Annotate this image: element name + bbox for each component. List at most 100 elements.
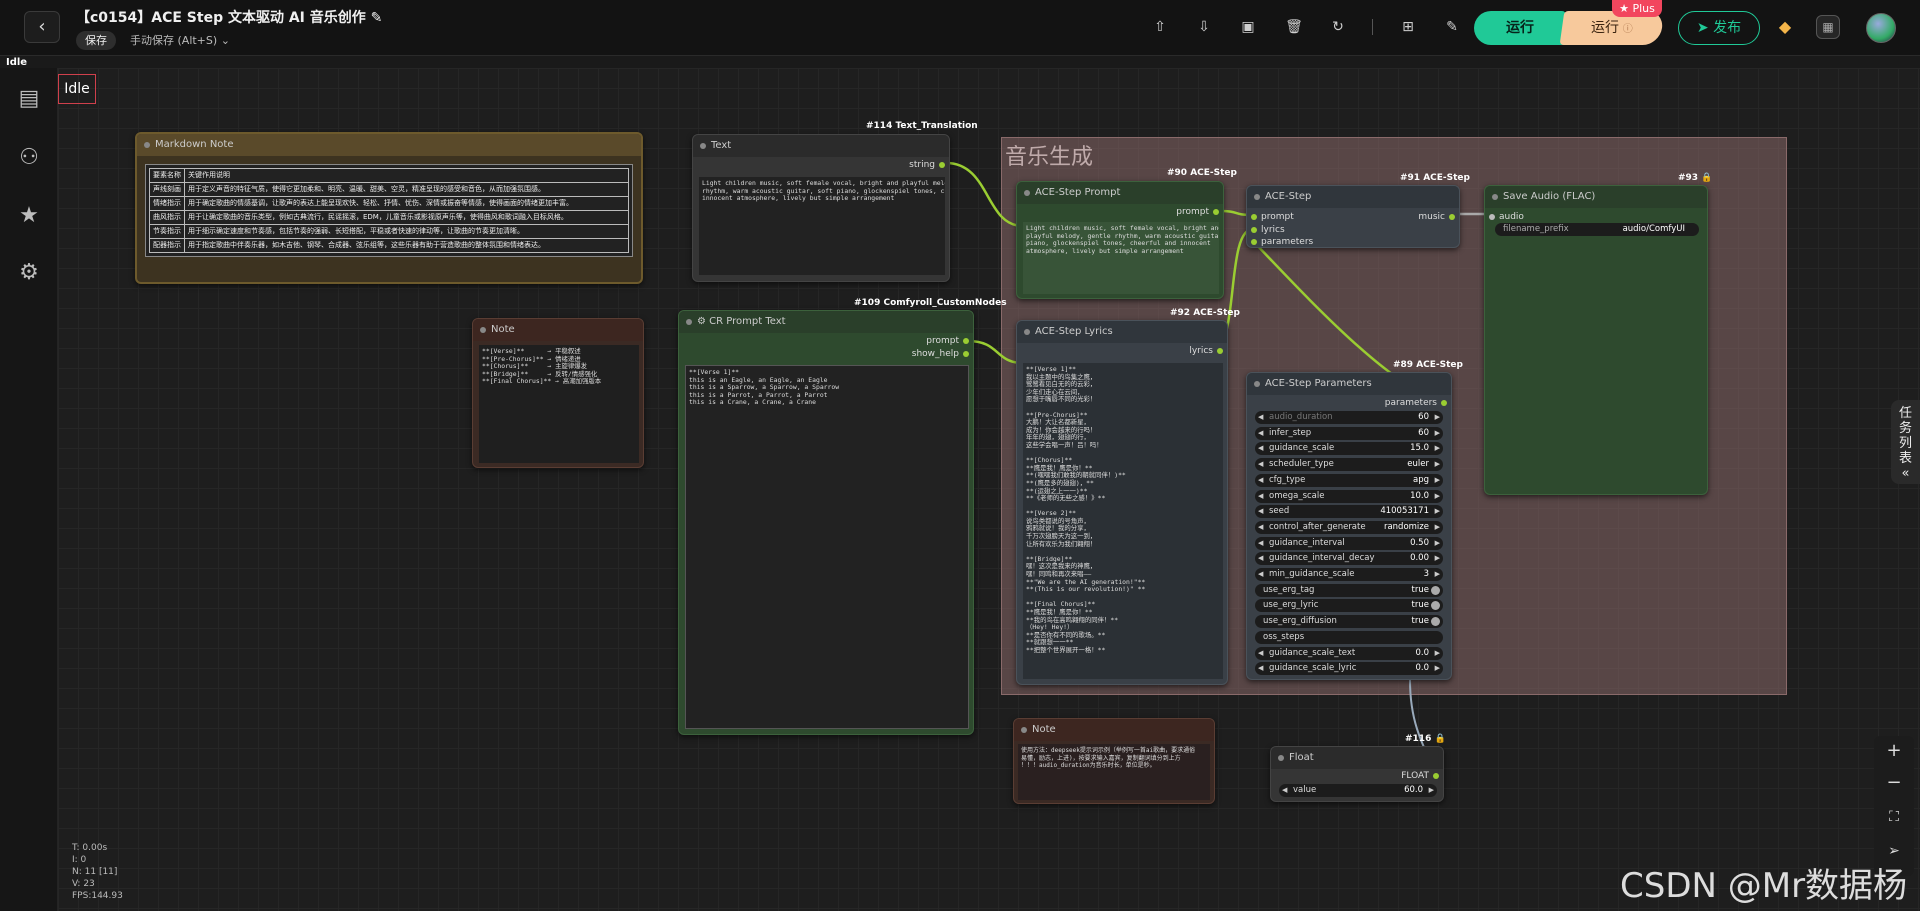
param-widget-control-after-generate[interactable]: ◀ control_after_generate randomize ▶ <box>1255 520 1443 534</box>
node-title: Float <box>1289 752 1314 763</box>
decrement-icon[interactable]: ◀ <box>1258 537 1263 550</box>
markdown-table: 要素名称 关键作用说明 声线刻画 用于定义声音的特征气质，使得它更加柔和、明亮、温暖、… <box>149 168 629 253</box>
zoom-in-icon[interactable]: + <box>1874 736 1914 766</box>
prompt-textarea[interactable]: **[Verse 1]** this is an Eagle, an Eagle… <box>685 365 969 729</box>
param-widget-guidance-scale-lyric[interactable]: ◀ guidance_scale_lyric 0.0 ▶ <box>1255 662 1443 676</box>
param-widget-guidance-scale[interactable]: ◀ guidance_scale 15.0 ▶ <box>1255 442 1443 456</box>
decrement-icon[interactable]: ◀ <box>1258 411 1263 424</box>
output-slot[interactable] <box>1213 209 1219 215</box>
zoom-out-icon[interactable]: − <box>1874 768 1914 798</box>
decrement-icon[interactable]: ◀ <box>1258 662 1263 675</box>
increment-icon[interactable]: ▶ <box>1435 442 1440 455</box>
decrement-icon[interactable]: ◀ <box>1258 490 1263 503</box>
output-slot[interactable] <box>1217 348 1223 354</box>
output-slot[interactable] <box>1449 214 1455 220</box>
decrement-icon[interactable]: ◀ <box>1258 521 1263 534</box>
output-slot[interactable] <box>963 351 969 357</box>
param-widget-infer-step[interactable]: ◀ infer_step 60 ▶ <box>1255 426 1443 440</box>
param-widget-oss-steps[interactable]: oss_steps <box>1255 630 1443 644</box>
increment-icon[interactable]: ▶ <box>1435 662 1440 675</box>
node-cr-prompt-text[interactable]: ⚙ CR Prompt Text prompt show_help **[Ver… <box>678 310 974 735</box>
param-widget-cfg-type[interactable]: ◀ cfg_type apg ▶ <box>1255 473 1443 487</box>
toggle-knob[interactable] <box>1431 601 1440 611</box>
value-field[interactable]: ◀ value 60.0 ▶ <box>1279 784 1437 797</box>
node-ace-step[interactable]: ACE-Step prompt lyrics parameters music <box>1246 185 1460 248</box>
param-widget-guidance-interval[interactable]: ◀ guidance_interval 0.50 ▶ <box>1255 536 1443 550</box>
decrement-icon[interactable]: ◀ <box>1258 474 1263 487</box>
param-widget-seed[interactable]: ◀ seed 410053171 ▶ <box>1255 505 1443 519</box>
decrement-icon[interactable]: ◀ <box>1258 505 1263 518</box>
node-header[interactable]: ⚙ CR Prompt Text <box>679 311 973 333</box>
node-note-1[interactable]: Note **[Verse]** → 平稳叙述 **[Pre-Chorus]**… <box>472 318 644 468</box>
node-text[interactable]: Text string Light children music, soft f… <box>692 134 950 282</box>
input-parameters: parameters <box>1261 237 1314 247</box>
note-textarea[interactable]: 使用方法：deepseek提示词示例（举例写一首ai歌曲，要求通俗 易懂，励志，… <box>1018 744 1210 800</box>
text-input[interactable]: Light children music, soft female vocal,… <box>699 177 945 275</box>
node-header[interactable]: Save Audio (FLAC) <box>1485 186 1707 208</box>
input-slot[interactable] <box>1489 214 1495 220</box>
note-textarea[interactable]: **[Verse]** → 平稳叙述 **[Pre-Chorus]** → 情绪… <box>479 345 639 463</box>
decrement-icon[interactable]: ◀ <box>1258 647 1263 660</box>
input-slot[interactable] <box>1251 227 1257 233</box>
input-slot[interactable] <box>1251 214 1257 220</box>
increment-icon[interactable]: ▶ <box>1435 537 1440 550</box>
widget-value: true <box>1411 616 1429 627</box>
increment-icon[interactable]: ▶ <box>1435 474 1440 487</box>
decrement-icon[interactable]: ◀ <box>1282 784 1287 797</box>
increment-icon[interactable]: ▶ <box>1435 427 1440 440</box>
toggle-knob[interactable] <box>1431 617 1440 627</box>
node-header[interactable]: Text <box>693 135 949 157</box>
widget-label: audio_duration <box>1269 412 1333 422</box>
increment-icon[interactable]: ▶ <box>1435 490 1440 503</box>
increment-icon[interactable]: ▶ <box>1435 552 1440 565</box>
node-header[interactable]: Note <box>1014 719 1214 741</box>
param-widget-omega-scale[interactable]: ◀ omega_scale 10.0 ▶ <box>1255 489 1443 503</box>
output-slot[interactable] <box>1441 400 1447 406</box>
node-ace-step-parameters[interactable]: ACE-Step Parameters parameters ◀ audio_du… <box>1246 372 1452 680</box>
node-ace-step-prompt[interactable]: ACE-Step Prompt prompt Light children mu… <box>1016 181 1224 299</box>
decrement-icon[interactable]: ◀ <box>1258 442 1263 455</box>
param-widget-scheduler-type[interactable]: ◀ scheduler_type euler ▶ <box>1255 458 1443 472</box>
toggle-knob[interactable] <box>1431 585 1440 595</box>
param-widget-min-guidance-scale[interactable]: ◀ min_guidance_scale 3 ▶ <box>1255 568 1443 581</box>
node-title: CR Prompt Text <box>709 316 786 327</box>
node-header[interactable]: Markdown Note <box>137 134 641 156</box>
output-slot[interactable] <box>963 338 969 344</box>
increment-icon[interactable]: ▶ <box>1435 647 1440 660</box>
increment-icon[interactable]: ▶ <box>1435 505 1440 518</box>
prompt-textarea[interactable]: Light children music, soft female vocal,… <box>1023 222 1219 294</box>
fit-view-icon[interactable]: ⛶ <box>1874 802 1914 832</box>
param-widget-use-erg-diffusion[interactable]: use_erg_diffusion true <box>1255 615 1443 629</box>
param-widget-guidance-interval-decay[interactable]: ◀ guidance_interval_decay 0.00 ▶ <box>1255 552 1443 566</box>
increment-icon[interactable]: ▶ <box>1435 521 1440 534</box>
node-note-2[interactable]: Note 使用方法：deepseek提示词示例（举例写一首ai歌曲，要求通俗 易… <box>1013 718 1215 804</box>
increment-icon[interactable]: ▶ <box>1435 411 1440 424</box>
decrement-icon[interactable]: ◀ <box>1258 427 1263 440</box>
output-slot[interactable] <box>1433 773 1439 779</box>
increment-icon[interactable]: ▶ <box>1435 568 1440 581</box>
output-slot[interactable] <box>939 162 945 168</box>
param-widget-audio-duration[interactable]: ◀ audio_duration 60 ▶ <box>1255 411 1443 424</box>
node-header[interactable]: ACE-Step Lyrics <box>1017 321 1227 343</box>
decrement-icon[interactable]: ◀ <box>1258 458 1263 471</box>
input-slot[interactable] <box>1251 239 1257 245</box>
param-widget-use-erg-lyric[interactable]: use_erg_lyric true <box>1255 599 1443 613</box>
node-header[interactable]: Note <box>473 319 643 341</box>
filename-prefix-field[interactable]: filename_prefix audio/ComfyUI <box>1495 223 1699 236</box>
node-save-audio[interactable]: Save Audio (FLAC) audio filename_prefix a… <box>1484 185 1708 495</box>
lyrics-textarea[interactable]: **[Verse 1]** 我以主题中的鸟集之鹰， 鹭鹭看见白无的的云彩， 少年… <box>1023 363 1223 679</box>
increment-icon[interactable]: ▶ <box>1435 458 1440 471</box>
node-header[interactable]: ACE-Step Prompt <box>1017 182 1223 204</box>
node-header[interactable]: Float <box>1271 747 1443 769</box>
param-widget-guidance-scale-text[interactable]: ◀ guidance_scale_text 0.0 ▶ <box>1255 646 1443 660</box>
task-list-tab[interactable]: 任务列表 « <box>1891 400 1920 484</box>
node-header[interactable]: ACE-Step <box>1247 186 1459 208</box>
node-markdown-note[interactable]: Markdown Note 要素名称 关键作用说明 声线刻画 用于定义声音的特征气质，… <box>135 132 643 284</box>
param-widget-use-erg-tag[interactable]: use_erg_tag true <box>1255 583 1443 597</box>
decrement-icon[interactable]: ◀ <box>1258 568 1263 581</box>
node-ace-step-lyrics[interactable]: ACE-Step Lyrics lyrics **[Verse 1]** 我以主… <box>1016 320 1228 685</box>
decrement-icon[interactable]: ◀ <box>1258 552 1263 565</box>
node-float[interactable]: Float FLOAT ◀ value 60.0 ▶ <box>1270 746 1444 802</box>
node-header[interactable]: ACE-Step Parameters <box>1247 373 1451 395</box>
increment-icon[interactable]: ▶ <box>1429 784 1434 797</box>
